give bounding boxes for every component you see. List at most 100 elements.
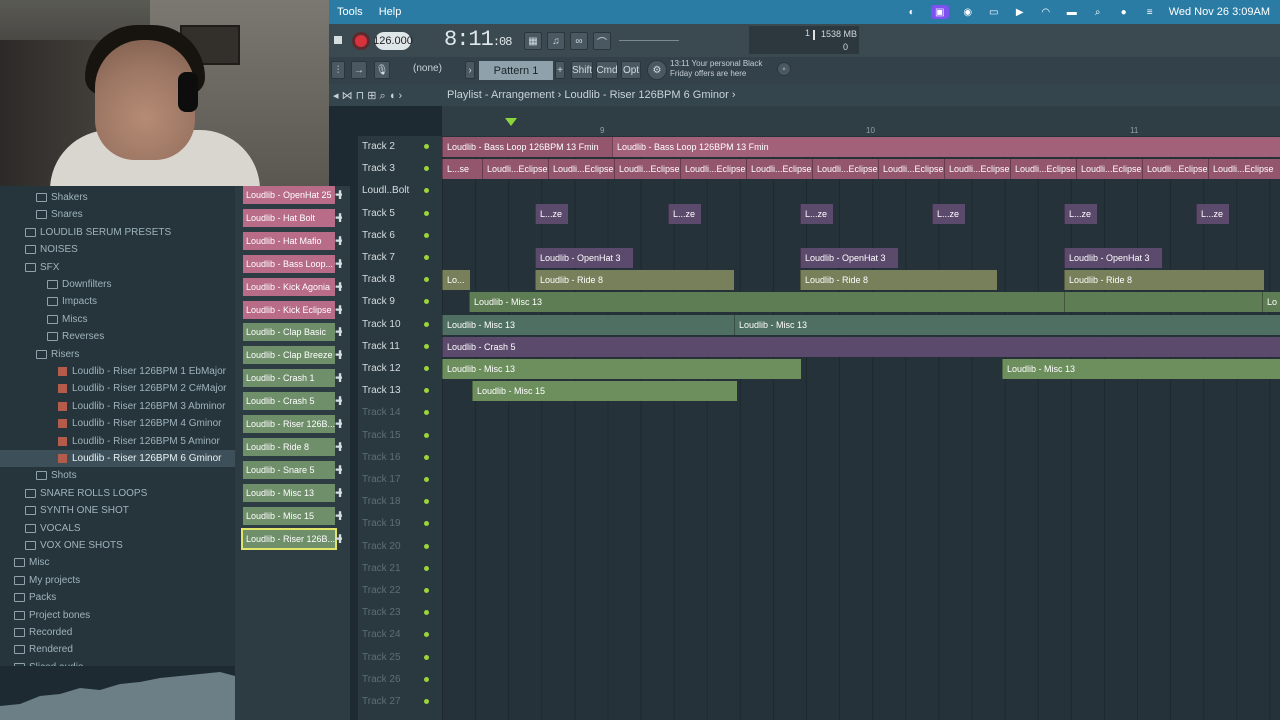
channel-add-icon[interactable]: ✚ (332, 232, 342, 250)
playlist-clip[interactable]: Loudli...Eclipse (812, 159, 878, 180)
track-mute-led[interactable] (424, 699, 429, 704)
master-volume-slider[interactable] (619, 40, 679, 41)
add-pattern-icon[interactable]: + (555, 61, 565, 79)
track-header[interactable]: Track 26 (358, 669, 442, 690)
browser-item[interactable]: VOCALS (0, 520, 235, 537)
playlist-clip[interactable]: Lo (1262, 292, 1280, 313)
browser-item[interactable]: SFX (0, 259, 235, 276)
playlist-clip[interactable]: Lo... (442, 270, 470, 291)
playlist-clip[interactable]: Loudlib - Misc 13 (469, 292, 1064, 313)
playlist-clip[interactable]: Loudli...Eclipse (1208, 159, 1280, 180)
mixer-icon[interactable]: ⫶ (331, 61, 345, 79)
channel-add-icon[interactable]: ✚ (332, 278, 342, 296)
playlist-clip[interactable]: Loudlib - Ride 8 (800, 270, 997, 291)
track-header[interactable]: Track 13 (358, 380, 442, 401)
browser-item[interactable]: SYNTH ONE SHOT (0, 502, 235, 519)
channel-add-icon[interactable]: ✚ (332, 209, 342, 227)
playlist-clip[interactable]: Loudlib - Ride 8 (535, 270, 734, 291)
track-header[interactable]: Track 21 (358, 558, 442, 579)
track-mute-led[interactable] (424, 277, 429, 283)
browser-item[interactable]: Loudlib - Riser 126BPM 1 EbMajor (0, 363, 235, 380)
playlist-clip[interactable]: L...ze (932, 203, 965, 224)
playhead-marker[interactable] (505, 118, 517, 126)
track-mute-led[interactable] (424, 588, 429, 593)
track-header[interactable]: Track 14 (358, 402, 442, 423)
track-header[interactable]: Track 20 (358, 536, 442, 557)
news-panel[interactable]: 13:11 Your personal Black Friday offers … (670, 59, 780, 79)
track-header[interactable]: Track 15 (358, 425, 442, 446)
channel-button[interactable]: Loudlib - Riser 126B... (243, 415, 335, 433)
channel-add-icon[interactable]: ✚ (332, 323, 342, 341)
playlist-clip[interactable]: Loudlib - OpenHat 3 (1064, 248, 1162, 268)
channel-add-icon[interactable]: ✚ (332, 346, 342, 364)
tempo-display[interactable]: 126.000 (373, 32, 413, 50)
channel-add-icon[interactable]: ✚ (332, 301, 342, 319)
channel-add-icon[interactable]: ✚ (332, 369, 342, 387)
fl-icon[interactable]: ◐ (905, 6, 919, 18)
track-header[interactable]: Track 19 (358, 513, 442, 534)
playlist-clip[interactable]: Loudli...Eclipse (1076, 159, 1142, 180)
browser-item[interactable]: Impacts (0, 293, 235, 310)
song-time-display[interactable]: 8:11:08 (444, 27, 512, 52)
playlist-clip[interactable]: L...ze (668, 203, 701, 224)
channel-button[interactable]: Loudlib - Hat Bolt (243, 208, 335, 227)
browser-item[interactable]: Misc (0, 554, 235, 571)
track-mute-led[interactable] (424, 610, 429, 616)
browser-item[interactable]: Snares (0, 206, 235, 223)
track-header[interactable]: Track 5 (358, 203, 442, 224)
menu-tools[interactable]: Tools (337, 6, 363, 18)
track-mute-led[interactable] (424, 521, 429, 527)
news-gear-icon[interactable]: ⚙ (647, 60, 667, 80)
track-mute-led[interactable] (424, 144, 429, 149)
track-header[interactable]: Track 10 (358, 314, 442, 335)
browser-item[interactable]: Loudlib - Riser 126BPM 6 Gminor (0, 450, 235, 467)
track-mute-led[interactable] (424, 321, 429, 327)
channel-add-icon[interactable]: ✚ (332, 186, 342, 204)
playlist-clip[interactable]: Loudli...Eclipse (1010, 159, 1076, 180)
search-icon[interactable]: ⌕ (1091, 6, 1105, 18)
eye-icon[interactable]: ◉ (961, 6, 975, 18)
browser-item[interactable]: Miscs (0, 311, 235, 328)
channel-button[interactable]: Loudlib - Ride 8 (243, 437, 335, 456)
channel-button[interactable]: Loudlib - Clap Basic (243, 323, 335, 342)
playlist-grid[interactable]: Loudlib - Bass Loop 126BPM 13 Fmin Loudli… (442, 136, 1280, 720)
playlist-clip[interactable]: Loudlib - Ride 8 (1064, 270, 1264, 291)
channel-button[interactable]: Loudlib - Crash 1 (243, 369, 335, 388)
playlist-clip[interactable]: L...ze (1196, 203, 1229, 224)
channel-add-icon[interactable]: ✚ (332, 507, 342, 525)
playlist-clip[interactable]: Loudli...Eclipse (1142, 159, 1208, 180)
track-mute-led[interactable] (424, 632, 429, 638)
playlist-clip[interactable]: Loudli...Eclipse (614, 159, 680, 180)
browser-item[interactable]: Packs (0, 589, 235, 606)
track-mute-led[interactable] (424, 210, 429, 216)
channel-add-icon[interactable]: ✚ (332, 484, 342, 502)
playlist-clip[interactable]: Loudli...Eclipse (680, 159, 746, 180)
track-header[interactable]: Loudl..Bolt (358, 180, 442, 201)
track-header[interactable]: Track 3 (358, 158, 442, 179)
pattern-prev-icon[interactable]: › (465, 61, 475, 79)
channel-button[interactable]: Loudlib - Riser 126B... (241, 527, 337, 550)
channel-button[interactable]: Loudlib - Snare 5 (243, 460, 335, 479)
browser-item[interactable]: Shakers (0, 189, 235, 206)
mixer-target-label[interactable]: (none) (413, 63, 442, 74)
playlist-clip[interactable]: Loudlib - Bass Loop 126BPM 13 Fmin (612, 137, 1280, 157)
control-center-icon[interactable]: ≡ (1143, 6, 1157, 18)
playlist-clip[interactable]: Loudlib - Misc 13 (442, 314, 734, 335)
channel-add-icon[interactable]: ✚ (332, 255, 342, 273)
browser-item[interactable]: Shots (0, 467, 235, 484)
browser-item[interactable]: Recorded (0, 624, 235, 641)
metronome-icon[interactable]: ▦ (524, 32, 542, 50)
browser-item[interactable]: Reverses (0, 328, 235, 345)
channel-button[interactable]: Loudlib - Misc 13 (243, 483, 335, 502)
track-mute-led[interactable] (424, 654, 429, 660)
track-header[interactable]: Track 8 (358, 269, 442, 290)
track-header[interactable]: Track 17 (358, 469, 442, 490)
channel-button[interactable]: Loudlib - OpenHat 25 (243, 186, 335, 204)
siri-icon[interactable]: ● (1117, 6, 1131, 18)
playlist-clip[interactable]: Loudli...Eclipse (944, 159, 1010, 180)
track-mute-led[interactable] (424, 432, 429, 438)
track-mute-led[interactable] (424, 166, 429, 172)
track-header[interactable]: Track 7 (358, 247, 442, 268)
track-mute-led[interactable] (424, 232, 429, 238)
channel-add-icon[interactable]: ✚ (332, 392, 342, 410)
